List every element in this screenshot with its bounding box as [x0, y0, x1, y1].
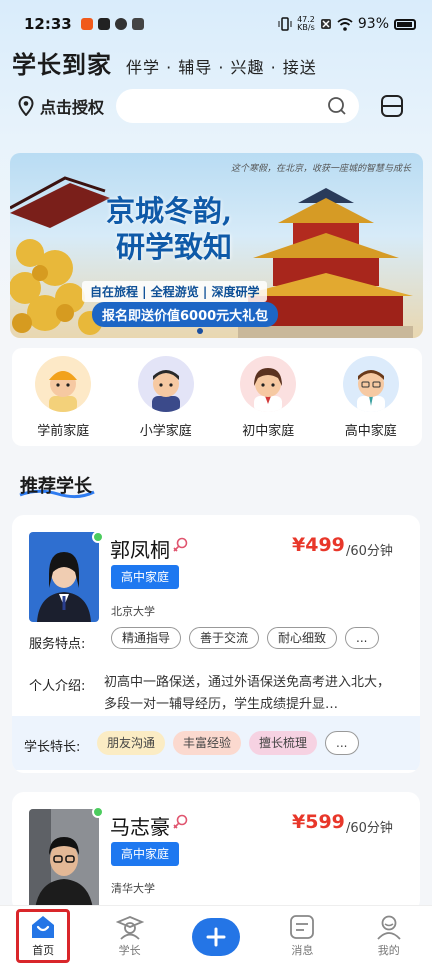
tutor-card[interactable]: 郭凤桐 ¥499 /60分钟 高中家庭 北京大学 服务特点: 精通指导 善于交流…: [12, 515, 420, 773]
category-label: 高中家庭: [344, 423, 397, 439]
banner-pagination-dot: [197, 328, 203, 334]
female-gender-icon: [173, 814, 188, 829]
brand-tagline: 伴学 · 辅导 · 兴趣 · 接送: [126, 58, 317, 77]
add-button[interactable]: [191, 918, 240, 956]
feature-tag: 善于交流: [189, 627, 260, 649]
status-bar: 12:33 47.2 KB/s 93%: [0, 0, 432, 48]
feature-tag: 精通指导: [111, 627, 182, 649]
specialty-tags: 朋友沟通 丰富经验 擅长梳理 ...: [97, 731, 359, 755]
promo-banner[interactable]: 这个寒假，在北京，收获一座城的智慧与成长 京城冬韵, 研学致知 自在旅程 | 全…: [10, 153, 423, 338]
tutor-school: 清华大学: [111, 882, 155, 895]
home-highlight-frame: [16, 909, 70, 963]
price-unit: /60分钟: [346, 544, 393, 559]
no-sim-icon: [320, 19, 331, 29]
intro-text: 初高中一路保送，通过外语保送免高考进入北大，多段一对一辅导经历，学生成绩提升显…: [104, 675, 391, 712]
category-primary[interactable]: 小学家庭: [121, 355, 211, 439]
specialty-tag: 丰富经验: [173, 731, 242, 755]
banner-features: 自在旅程 | 全程游览 | 深度研学: [82, 281, 268, 302]
tutor-name: 马志豪: [110, 815, 170, 839]
banner-offer: 报名即送价值6000元大礼包: [92, 302, 279, 327]
net-speed: 47.2 KB/s: [297, 16, 315, 32]
tutor-icon: [115, 916, 144, 940]
link-app-icon: [114, 18, 127, 30]
intro-label: 个人介绍:: [29, 679, 86, 694]
tutor-card[interactable]: 马志豪 ¥599 /60分钟 高中家庭 清华大学: [12, 792, 420, 912]
specialty-bar: 学长特长: 朋友沟通 丰富经验 擅长梳理 ...: [12, 716, 420, 770]
battery-percent: 93%: [357, 16, 389, 32]
preschool-avatar-icon: [35, 355, 92, 412]
tutor-photo: [29, 809, 99, 909]
nav-tutors[interactable]: 学长: [98, 906, 162, 958]
banner-slogan: 这个寒假，在北京，收获一座城的智慧与成长: [230, 164, 411, 174]
brand-title: 学长到家: [12, 51, 112, 79]
recommended-tutors-title: 推荐学长: [20, 476, 92, 497]
plus-icon: [206, 927, 226, 947]
category-preschool[interactable]: 学前家庭: [18, 355, 108, 439]
more-features-button[interactable]: ...: [345, 627, 379, 649]
tutor-school: 北京大学: [111, 605, 155, 618]
online-status-dot: [92, 806, 104, 818]
app-header: 学长到家 伴学 · 辅导 · 兴趣 · 接送: [12, 50, 422, 80]
location-label: 点击授权: [40, 98, 105, 117]
wifi-icon: [337, 17, 353, 31]
search-input[interactable]: [130, 98, 327, 114]
level-badge: 高中家庭: [111, 565, 180, 589]
net-speed-unit: KB/s: [297, 23, 315, 32]
nav-messages[interactable]: 消息: [270, 906, 334, 958]
message-icon: [290, 915, 315, 939]
location-pin-icon: [18, 96, 34, 116]
banner-title-line2: 研学致知: [116, 230, 233, 264]
banner-title-line1: 京城冬韵,: [106, 194, 233, 228]
category-label: 学前家庭: [37, 423, 90, 439]
features-label: 服务特点:: [29, 637, 86, 652]
category-label: 小学家庭: [139, 423, 192, 439]
battery-icon: [394, 18, 416, 30]
tutor-photo: [29, 532, 99, 622]
middle-school-avatar-icon: [240, 355, 297, 412]
profile-icon: [377, 915, 401, 940]
feature-tags: 精通指导 善于交流 耐心细致 ...: [111, 627, 379, 649]
scan-icon[interactable]: [380, 94, 404, 118]
category-label: 初中家庭: [242, 423, 295, 439]
nav-label: 学长: [118, 944, 141, 957]
specialty-tag: 擅长梳理: [249, 731, 318, 755]
video-app-icon: [97, 18, 110, 30]
category-high-school[interactable]: 高中家庭: [326, 355, 416, 439]
banner-title: 京城冬韵, 研学致知: [106, 193, 232, 265]
location-authorize[interactable]: 点击授权: [18, 94, 104, 118]
more-specialties-button[interactable]: ...: [325, 731, 359, 755]
app-notification-icon: [80, 18, 93, 30]
category-middle-school[interactable]: 初中家庭: [223, 355, 313, 439]
nav-label: 消息: [291, 944, 314, 957]
price-unit: /60分钟: [346, 821, 393, 836]
specialty-label: 学长特长:: [24, 740, 81, 755]
specialty-tag: 朋友沟通: [97, 731, 166, 755]
tutor-price: ¥499: [292, 534, 345, 556]
status-left: 12:33: [24, 15, 144, 33]
nav-profile[interactable]: 我的: [357, 906, 421, 958]
search-icon[interactable]: [327, 96, 347, 116]
status-right: 47.2 KB/s 93%: [278, 16, 416, 32]
tutor-name: 郭凤桐: [110, 538, 170, 562]
status-time: 12:33: [24, 15, 72, 33]
feature-tag: 耐心细致: [267, 627, 338, 649]
high-school-avatar-icon: [342, 355, 399, 412]
vibrate-icon: [278, 17, 292, 31]
nav-add[interactable]: [184, 906, 248, 956]
search-bar[interactable]: [116, 89, 359, 123]
tutor-price: ¥599: [292, 811, 345, 833]
nav-label: 我的: [377, 944, 400, 957]
online-status-dot: [92, 531, 104, 543]
level-badge: 高中家庭: [111, 842, 180, 866]
category-grid: 学前家庭 小学家庭 初中家庭 高中家庭: [12, 348, 422, 446]
primary-avatar-icon: [137, 355, 194, 412]
female-gender-icon: [173, 537, 188, 552]
message-app-icon: [131, 18, 144, 30]
